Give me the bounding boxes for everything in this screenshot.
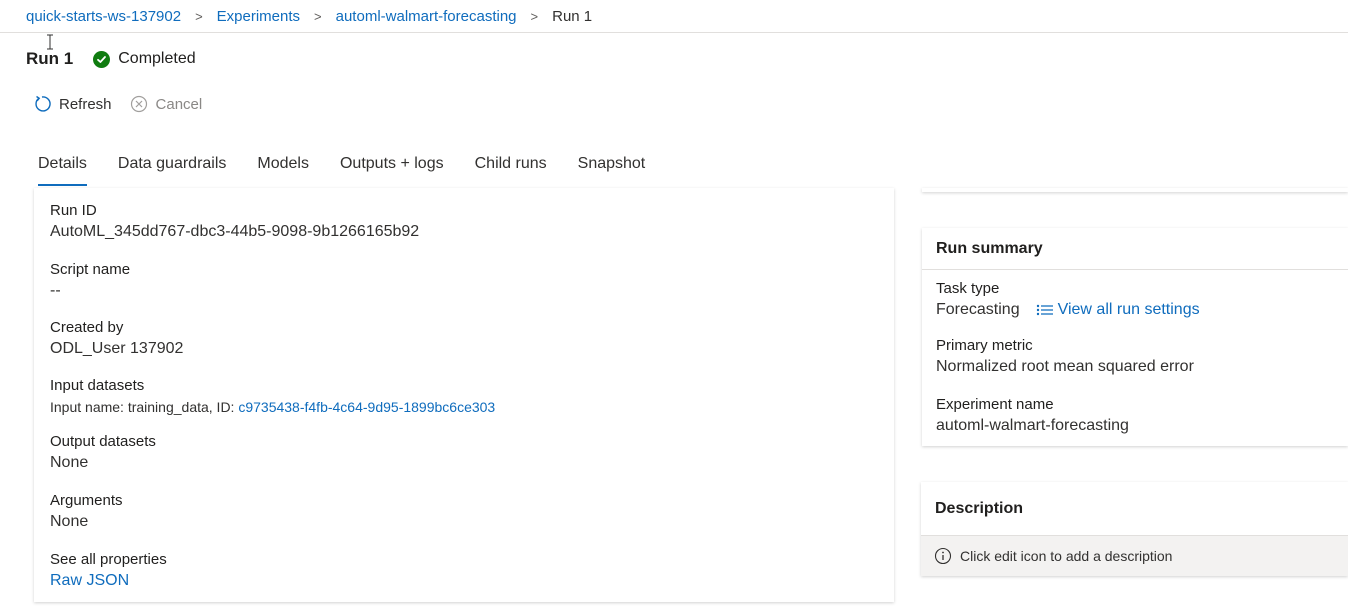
list-icon [1036,303,1054,317]
experiment-name-value: automl-walmart-forecasting [936,417,1129,434]
details-card: Run ID AutoML_345dd767-dbc3-44b5-9098-9b… [34,188,894,602]
breadcrumb-separator: > [195,8,203,24]
created-by-label: Created by [50,319,124,336]
properties-label: See all properties [50,551,167,568]
breadcrumb: quick-starts-ws-137902 > Experiments > a… [0,0,1348,33]
title-row: Run 1 Completed [26,47,196,71]
primary-metric-value: Normalized root mean squared error [936,358,1194,375]
view-run-settings-link[interactable]: View all run settings [1036,298,1200,322]
breadcrumb-separator: > [530,8,539,24]
experiment-name-label: Experiment name [936,396,1054,413]
primary-metric-field: Primary metric Normalized root mean squa… [936,337,1194,379]
input-datasets-label: Input datasets [50,377,145,394]
created-by-field: Created by ODL_User 137902 [50,319,183,361]
run-id-field: Run ID AutoML_345dd767-dbc3-44b5-9098-9b… [50,202,419,244]
tab-snapshot[interactable]: Snapshot [578,150,646,186]
toolbar: Refresh Cancel [33,92,220,116]
raw-json-link[interactable]: Raw JSON [50,569,167,593]
script-name-value: -- [50,282,61,299]
tab-bar: Details Data guardrails Models Outputs +… [38,150,676,188]
view-run-settings-label: View all run settings [1057,301,1200,318]
run-summary-card: Run summary Task type Forecasting View a… [922,228,1348,446]
arguments-field: Arguments None [50,492,123,534]
description-hint-bar: Click edit icon to add a description [921,536,1348,576]
input-datasets-prefix: Input name: training_data, ID: [50,399,239,415]
breadcrumb-experiment[interactable]: automl-walmart-forecasting [336,8,517,25]
run-id-label: Run ID [50,202,97,219]
output-datasets-label: Output datasets [50,433,156,450]
tab-outputs-logs[interactable]: Outputs + logs [340,150,444,186]
input-dataset-id-link[interactable]: c9735438-f4fb-4c64-9d95-1899bc6ce303 [238,399,495,415]
primary-metric-label: Primary metric [936,337,1033,354]
status-text: Completed [118,50,196,67]
output-datasets-field: Output datasets None [50,433,156,475]
input-datasets-field: Input datasets Input name: training_data… [50,377,495,419]
tab-details[interactable]: Details [38,150,87,186]
check-circle-icon [93,50,111,68]
properties-field: See all properties Raw JSON [50,551,167,593]
output-datasets-value: None [50,454,89,471]
tab-child-runs[interactable]: Child runs [475,150,547,186]
run-id-value: AutoML_345dd767-dbc3-44b5-9098-9b1266165… [50,223,420,240]
task-type-row: Forecasting View all run settings [936,298,1200,322]
arguments-value: None [50,513,89,530]
tab-data-guardrails[interactable]: Data guardrails [118,150,227,186]
script-name-field: Script name -- [50,261,130,303]
breadcrumb-workspace[interactable]: quick-starts-ws-137902 [26,8,181,25]
breadcrumb-experiments[interactable]: Experiments [217,8,300,25]
info-icon [934,547,952,565]
tab-models[interactable]: Models [257,150,309,186]
created-by-value: ODL_User 137902 [50,340,184,357]
card-edge [922,188,1348,192]
run-summary-title: Run summary [922,228,1348,270]
cancel-label: Cancel [155,95,203,113]
input-datasets-value: Input name: training_data, ID: c9735438-… [50,395,495,419]
refresh-label: Refresh [59,95,112,113]
arguments-label: Arguments [50,492,123,509]
script-name-label: Script name [50,261,131,278]
task-type-field: Task type Forecasting View all run setti… [936,280,1200,322]
description-hint: Click edit icon to add a description [960,548,1173,564]
page-title: Run 1 [26,49,74,68]
description-card: Description Click edit icon to add a des… [921,482,1348,576]
breadcrumb-separator: > [314,8,322,24]
description-title: Description [921,482,1348,536]
cancel-circle-icon [130,95,148,113]
breadcrumb-current: Run 1 [552,7,593,25]
task-type-value: Forecasting [936,301,1020,318]
task-type-label: Task type [936,280,1000,297]
cancel-button[interactable]: Cancel [130,95,203,113]
experiment-name-field: Experiment name automl-walmart-forecasti… [936,396,1129,438]
refresh-button[interactable]: Refresh [33,95,112,113]
refresh-icon [33,95,51,113]
